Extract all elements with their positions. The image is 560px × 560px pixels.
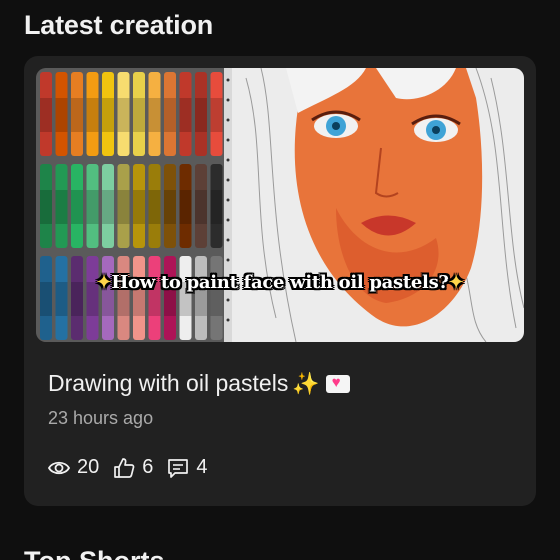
comments-count: 4	[196, 456, 208, 478]
likes-count: 6	[142, 456, 154, 478]
video-title-text: Drawing with oil pastels	[48, 370, 289, 396]
views-count: 20	[77, 456, 100, 478]
sparkle-icon: ✦	[448, 272, 464, 293]
video-stats: 20 6 4	[48, 456, 208, 479]
thumbnail-artwork	[36, 68, 524, 342]
video-thumbnail[interactable]: ✦How to paint face with oil pastels?✦	[36, 68, 524, 342]
comments-stat[interactable]: 4	[167, 456, 208, 479]
likes-stat[interactable]: 6	[113, 456, 153, 479]
video-card[interactable]: ✦How to paint face with oil pastels?✦ Dr…	[24, 56, 536, 506]
views-stat: 20	[48, 456, 99, 479]
video-title[interactable]: Drawing with oil pastels ✨	[48, 370, 350, 397]
sparkle-icon: ✦	[96, 272, 112, 293]
eye-icon	[48, 461, 70, 474]
thumbnail-caption-text: How to paint face with oil pastels?	[111, 272, 449, 293]
thumbs-up-icon	[114, 457, 135, 478]
video-timestamp: 23 hours ago	[48, 408, 154, 428]
next-section-title: Top Shorts	[24, 546, 164, 560]
section-title: Latest creation	[24, 10, 214, 40]
love-letter-emoji-icon	[325, 374, 350, 393]
sparkles-emoji-icon: ✨	[292, 370, 320, 396]
comment-icon	[168, 458, 189, 478]
thumbnail-caption: ✦How to paint face with oil pastels?✦	[36, 272, 524, 293]
